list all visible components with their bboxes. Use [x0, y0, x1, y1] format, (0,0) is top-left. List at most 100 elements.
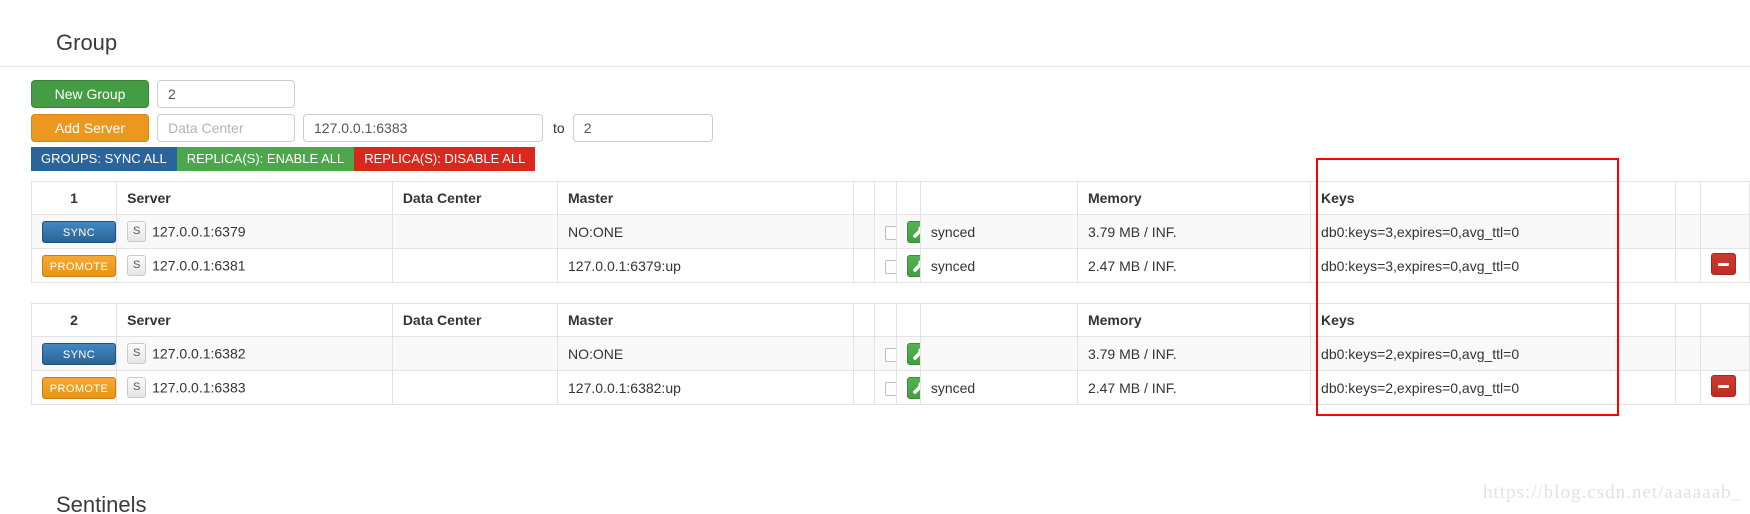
row-blank-2 — [1674, 336, 1702, 371]
wrench-icon[interactable] — [906, 220, 920, 243]
group-number-header: 2 — [30, 303, 118, 337]
row-memory: 3.79 MB / INF. — [1076, 214, 1312, 249]
row-server-address: 127.0.0.1:6379 — [152, 223, 246, 240]
row-server-address: 127.0.0.1:6383 — [152, 379, 246, 396]
row-checkbox-cell — [874, 214, 897, 249]
row-server-address: 127.0.0.1:6382 — [152, 345, 246, 362]
column-header-keys: Keys — [1310, 303, 1676, 337]
row-action-cell: PROMOTE — [30, 370, 118, 405]
sync-button[interactable]: SYNC — [42, 342, 116, 365]
app-screen: Group New Group Add Server to GROUPS: SY… — [0, 0, 1750, 514]
column-header-data-center: Data Center — [391, 181, 559, 215]
row-blank-2 — [1674, 214, 1702, 249]
server-row: SYNC S 127.0.0.1:6382 NO:ONE 3.79 MB / INF. d… — [30, 336, 1750, 371]
add-server-button[interactable]: Add Server — [31, 114, 149, 142]
row-delete-cell — [1700, 248, 1750, 283]
column-header-checkbox — [874, 303, 897, 337]
server-address-input[interactable] — [303, 114, 543, 142]
promote-button[interactable]: PROMOTE — [42, 254, 116, 277]
row-wrench-cell — [895, 336, 921, 371]
row-delete-cell — [1700, 336, 1750, 371]
group-forms: New Group Add Server to — [31, 80, 713, 148]
remove-server-button[interactable] — [1711, 375, 1737, 397]
row-server-cell: S 127.0.0.1:6381 — [116, 248, 393, 283]
column-header-master: Master — [557, 303, 854, 337]
column-header-delete — [1700, 181, 1750, 215]
new-group-row: New Group — [31, 80, 713, 108]
wrench-icon[interactable] — [906, 254, 920, 277]
row-keys: db0:keys=3,expires=0,avg_ttl=0 — [1310, 248, 1676, 283]
row-action-cell: PROMOTE — [30, 248, 118, 283]
group-table-2: 2 Server Data Center Master Memory Keys … — [30, 303, 1750, 405]
row-data-center — [391, 214, 559, 249]
column-header-keys: Keys — [1310, 181, 1676, 215]
row-action-cell: SYNC — [30, 214, 118, 249]
server-row: PROMOTE S 127.0.0.1:6381 127.0.0.1:6379:up s… — [30, 248, 1750, 283]
row-status: synced — [919, 370, 1078, 405]
table-header-row: 1 Server Data Center Master Memory Keys — [30, 181, 1750, 215]
row-checkbox-cell — [874, 248, 897, 283]
bulk-action-bar: GROUPS: SYNC ALL REPLICA(S): ENABLE ALL … — [31, 147, 536, 171]
row-status — [919, 336, 1078, 371]
row-action-cell: SYNC — [30, 336, 118, 371]
group-table-1: 1 Server Data Center Master Memory Keys … — [30, 181, 1750, 283]
watermark-text: https://blog.csdn.net/aaaaaab_ — [1483, 482, 1742, 503]
group-table-1-body: SYNC S 127.0.0.1:6379 NO:ONE synced 3.79 MB /… — [30, 214, 1750, 283]
row-blank-1 — [852, 248, 876, 283]
replicas-enable-all-button[interactable]: REPLICA(S): ENABLE ALL — [176, 147, 355, 171]
row-master: NO:ONE — [557, 214, 854, 249]
server-row: PROMOTE S 127.0.0.1:6383 127.0.0.1:6382:up s… — [30, 370, 1750, 405]
row-master: 127.0.0.1:6382:up — [557, 370, 854, 405]
slave-badge-icon[interactable]: S — [127, 221, 147, 242]
row-select-checkbox[interactable] — [885, 381, 896, 396]
row-wrench-cell — [895, 248, 921, 283]
slave-badge-icon[interactable]: S — [127, 255, 147, 276]
row-blank-1 — [852, 370, 876, 405]
data-center-input[interactable] — [157, 114, 295, 142]
column-header-wrench — [895, 181, 921, 215]
row-server-cell: S 127.0.0.1:6382 — [116, 336, 393, 371]
column-header-blank-1 — [852, 181, 876, 215]
row-data-center — [391, 370, 559, 405]
sync-button[interactable]: SYNC — [42, 220, 116, 243]
new-group-input[interactable] — [157, 80, 295, 108]
row-status: synced — [919, 214, 1078, 249]
row-checkbox-cell — [874, 370, 897, 405]
row-select-checkbox[interactable] — [885, 259, 896, 274]
promote-button[interactable]: PROMOTE — [42, 376, 116, 399]
wrench-icon[interactable] — [906, 342, 920, 365]
column-header-status — [919, 303, 1078, 337]
wrench-icon[interactable] — [906, 376, 920, 399]
group-table-2-body: SYNC S 127.0.0.1:6382 NO:ONE 3.79 MB / INF. d… — [30, 336, 1750, 405]
column-header-memory: Memory — [1076, 303, 1312, 337]
row-master: NO:ONE — [557, 336, 854, 371]
column-header-server: Server — [116, 303, 393, 337]
row-data-center — [391, 336, 559, 371]
row-blank-2 — [1674, 370, 1702, 405]
column-header-blank-2 — [1674, 181, 1702, 215]
target-group-input[interactable] — [572, 114, 713, 142]
replicas-disable-all-button[interactable]: REPLICA(S): DISABLE ALL — [354, 147, 536, 171]
row-wrench-cell — [895, 370, 921, 405]
slave-badge-icon[interactable]: S — [127, 343, 147, 364]
slave-badge-icon[interactable]: S — [127, 377, 147, 398]
row-memory: 2.47 MB / INF. — [1076, 370, 1312, 405]
row-data-center — [391, 248, 559, 283]
row-blank-1 — [852, 214, 876, 249]
row-server-cell: S 127.0.0.1:6383 — [116, 370, 393, 405]
row-server-address: 127.0.0.1:6381 — [152, 257, 246, 274]
row-select-checkbox[interactable] — [885, 225, 896, 240]
column-header-wrench — [895, 303, 921, 337]
groups-sync-all-button[interactable]: GROUPS: SYNC ALL — [31, 147, 177, 171]
new-group-button[interactable]: New Group — [31, 80, 149, 108]
group-number-header: 1 — [30, 181, 118, 215]
row-master: 127.0.0.1:6379:up — [557, 248, 854, 283]
column-header-master: Master — [557, 181, 854, 215]
column-header-status — [919, 181, 1078, 215]
server-row: SYNC S 127.0.0.1:6379 NO:ONE synced 3.79 MB /… — [30, 214, 1750, 249]
row-blank-2 — [1674, 248, 1702, 283]
remove-server-button[interactable] — [1711, 253, 1737, 275]
group-table-2-head: 2 Server Data Center Master Memory Keys — [30, 303, 1750, 337]
row-select-checkbox[interactable] — [885, 347, 896, 362]
column-header-checkbox — [874, 181, 897, 215]
